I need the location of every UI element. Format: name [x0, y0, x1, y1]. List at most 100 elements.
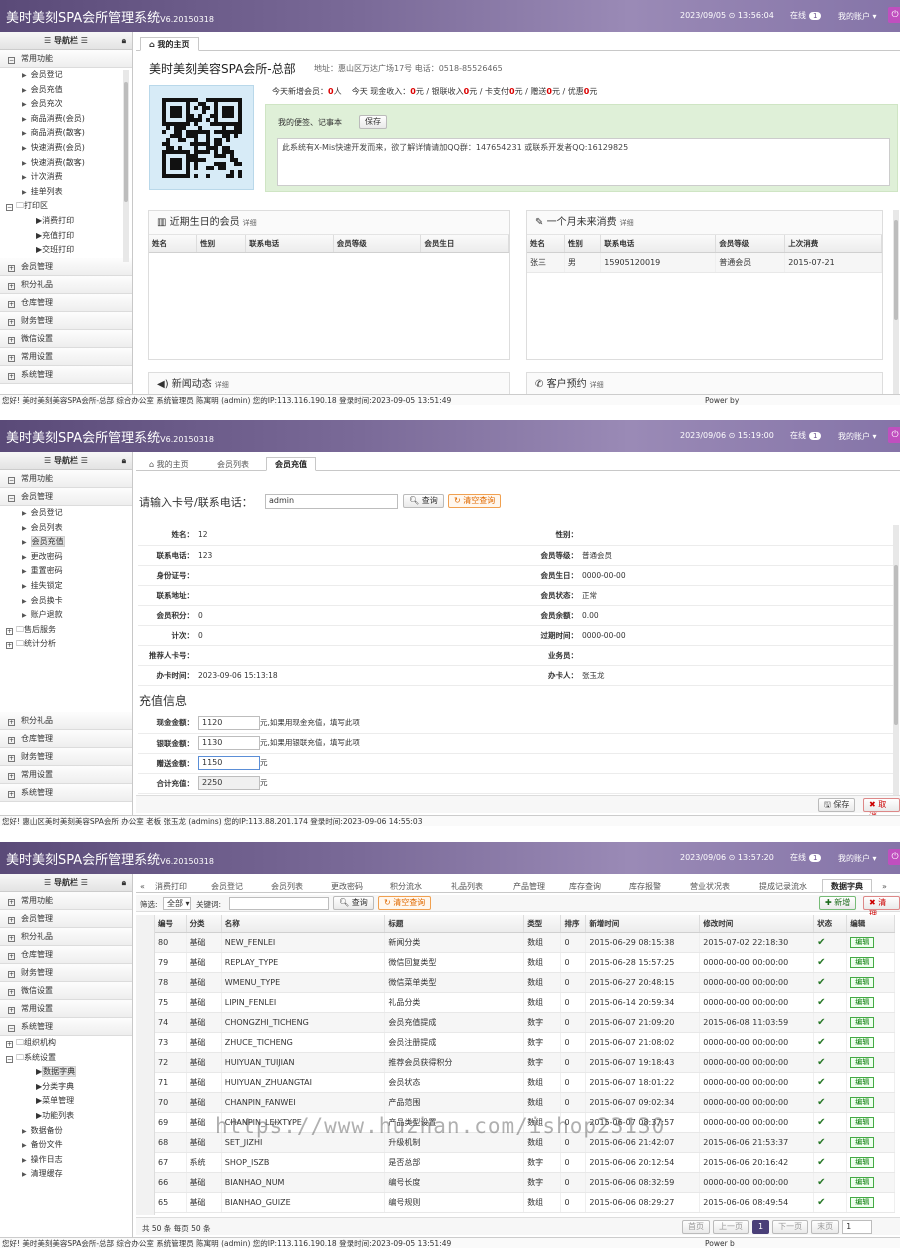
sidebar-item[interactable]: ▶ 计次消费 [0, 170, 132, 185]
appointment-detail-link[interactable]: 详细 [590, 381, 604, 389]
table-row[interactable]: 70 基础 CHANPIN_FANWEI 产品范围 数组 0 2015-06-07 09:0… [155, 1092, 895, 1113]
save-button[interactable]: 🖫 保存 [818, 798, 856, 812]
keyword-input[interactable] [229, 897, 329, 910]
sidebar-folder[interactable]: + 🗀组织机构 [0, 1036, 132, 1051]
sidebar-item[interactable]: ▶功能列表 [0, 1109, 132, 1124]
clear-query-button[interactable]: ↻ 清空查询 [448, 494, 502, 508]
column-header[interactable]: 编辑 [846, 915, 895, 933]
tab-8[interactable]: 库存报警 [620, 879, 670, 892]
tab-scroll-right[interactable]: » [878, 879, 891, 892]
tab-0[interactable]: 消费打印 [146, 879, 196, 892]
sidebar-group[interactable]: + 积分礼品 [0, 711, 132, 730]
edit-button[interactable]: 编辑 [850, 1076, 875, 1088]
sidebar-item[interactable]: ▶ 备份文件 [0, 1138, 132, 1153]
sidebar-item[interactable]: ▶ 挂单列表 [0, 185, 132, 200]
online-indicator[interactable]: 在线 1 [790, 430, 822, 441]
tab-home[interactable]: ⌂ 我的主页 [140, 37, 199, 51]
sidebar-group[interactable]: + 仓库管理 [0, 729, 132, 748]
sidebar-item[interactable]: ▶ 商品消费(散客) [0, 126, 132, 141]
online-indicator[interactable]: 在线 1 [790, 10, 822, 21]
birthday-detail-link[interactable]: 详细 [243, 219, 257, 227]
edit-button[interactable]: 编辑 [850, 996, 875, 1008]
sidebar-item[interactable]: ▶ 重置密码 [0, 564, 132, 579]
tab-9[interactable]: 营业状况表 [681, 879, 739, 892]
lock-icon[interactable]: 🔒︎ [122, 874, 126, 892]
query-button[interactable]: 🔍︎ 查询 [403, 494, 444, 508]
table-row[interactable]: 71 基础 HUIYUAN_ZHUANGTAI 会员状态 数组 0 2015-06-07 1… [155, 1072, 895, 1093]
sidebar-group[interactable]: + 微信设置 [0, 329, 132, 348]
sidebar-item[interactable]: ▶ 账户退款 [0, 608, 132, 623]
sidebar-group[interactable]: + 常用设置 [0, 347, 132, 366]
edit-button[interactable]: 编辑 [850, 976, 875, 988]
recharge-amount-input[interactable]: 1150 [198, 756, 260, 770]
sidebar-item[interactable]: ▶交班打印 [0, 243, 132, 258]
pager-3[interactable]: 下一页 [772, 1220, 809, 1234]
table-row[interactable]: 78 基础 WMENU_TYPE 微信菜单类型 数组 0 2015-06-27 20:48:… [155, 972, 895, 993]
sidebar-group[interactable]: − 会员管理 [0, 488, 132, 506]
sidebar-item[interactable]: ▶ 更改密码 [0, 550, 132, 565]
edit-button[interactable]: 编辑 [850, 1056, 875, 1068]
sidebar-folder[interactable]: − 🗀打印区 [0, 199, 132, 214]
sidebar-item[interactable]: ▶ 商品消费(会员) [0, 112, 132, 127]
sidebar-item[interactable]: ▶ 清理缓存 [0, 1167, 132, 1182]
column-header[interactable]: 新增时间 [585, 915, 701, 933]
table-row[interactable]: 66 基础 BIANHAO_NUM 编号长度 数字 0 2015-06-06 08:32:5… [155, 1172, 895, 1193]
sidebar-group[interactable]: + 系统管理 [0, 783, 132, 802]
power-icon[interactable]: ⏻ [888, 849, 900, 865]
sidebar-group[interactable]: + 仓库管理 [0, 946, 132, 964]
clear-query-button[interactable]: ↻ 清空查询 [378, 896, 432, 910]
sidebar-item[interactable]: ▶ 会员换卡 [0, 594, 132, 609]
sidebar-item[interactable]: ▶ 会员充值 [0, 535, 132, 550]
filter-select[interactable]: 全部 ▾ [163, 897, 191, 910]
tab-10[interactable]: 提成记录流水 [750, 879, 816, 892]
sidebar-group[interactable]: + 常用设置 [0, 765, 132, 784]
edit-button[interactable]: 编辑 [850, 1016, 875, 1028]
edit-button[interactable]: 编辑 [850, 1136, 875, 1148]
sidebar-item[interactable]: ▶ 会员登记 [0, 506, 132, 521]
column-header[interactable]: 类型 [523, 915, 562, 933]
main-scrollbar[interactable] [893, 210, 899, 394]
column-header[interactable]: 排序 [560, 915, 587, 933]
sidebar-group[interactable]: − 常用功能 [0, 50, 132, 68]
sidebar-item[interactable]: ▶菜单管理 [0, 1094, 132, 1109]
edit-button[interactable]: 编辑 [850, 1036, 875, 1048]
consume-detail-link[interactable]: 详细 [620, 219, 634, 227]
tab-7[interactable]: 库存查询 [560, 879, 610, 892]
column-header[interactable]: 名称 [221, 915, 386, 933]
sidebar-group[interactable]: + 财务管理 [0, 311, 132, 330]
table-row[interactable]: 张三男 15905120019 普通会员 2015-07-21 [527, 252, 882, 273]
recharge-amount-input[interactable]: 1120 [198, 715, 260, 730]
edit-button[interactable]: 编辑 [850, 1176, 875, 1188]
memo-save-button[interactable]: 保存 [359, 115, 387, 129]
edit-button[interactable]: 编辑 [850, 1096, 875, 1108]
sidebar-group[interactable]: + 会员管理 [0, 910, 132, 928]
sidebar-item[interactable]: ▶ 会员列表 [0, 521, 132, 536]
table-row[interactable]: 65 基础 BIANHAO_GUIZE 编号规则 数组 0 2015-06-06 08:29… [155, 1192, 895, 1213]
sidebar-group[interactable]: + 积分礼品 [0, 275, 132, 294]
column-header[interactable]: 标题 [384, 915, 525, 933]
card-search-input[interactable]: admin [265, 494, 398, 509]
account-menu[interactable]: 我的账户 ▾ [838, 11, 877, 22]
tab-2[interactable]: 会员列表 [262, 879, 312, 892]
sidebar-scrollbar[interactable] [123, 70, 129, 262]
table-row[interactable]: 67 系统 SHOP_ISZB 是否总部 数字 0 2015-06-06 20:12:54 2… [155, 1152, 895, 1173]
sidebar-group[interactable]: + 仓库管理 [0, 293, 132, 312]
edit-button[interactable]: 编辑 [850, 1156, 875, 1168]
table-row[interactable]: 80 基础 NEW_FENLEI 新闻分类 数组 0 2015-06-29 08:15:38… [155, 932, 895, 953]
sidebar-item[interactable]: ▶ 会员充次 [0, 97, 132, 112]
sidebar-item[interactable]: ▶ 快速消费(会员) [0, 141, 132, 156]
tab-11[interactable]: 数据字典 [822, 879, 872, 892]
edit-button[interactable]: 编辑 [850, 956, 875, 968]
pager-0[interactable]: 首页 [682, 1220, 710, 1234]
pager-1[interactable]: 上一页 [713, 1220, 749, 1234]
edit-button[interactable]: 编辑 [850, 1196, 875, 1208]
sidebar-item[interactable]: ▶数据字典 [0, 1065, 132, 1080]
power-icon[interactable]: ⏻ [888, 7, 900, 23]
sidebar-item[interactable]: ▶ 会员登记 [0, 68, 132, 83]
tab-6[interactable]: 产品管理 [504, 879, 554, 892]
sidebar-item[interactable]: ▶ 会员充值 [0, 83, 132, 98]
main-scrollbar[interactable] [893, 525, 899, 795]
sidebar-item[interactable]: ▶消费打印 [0, 214, 132, 229]
sidebar-group[interactable]: − 系统管理 [0, 1018, 132, 1036]
sidebar-group[interactable]: + 积分礼品 [0, 928, 132, 946]
